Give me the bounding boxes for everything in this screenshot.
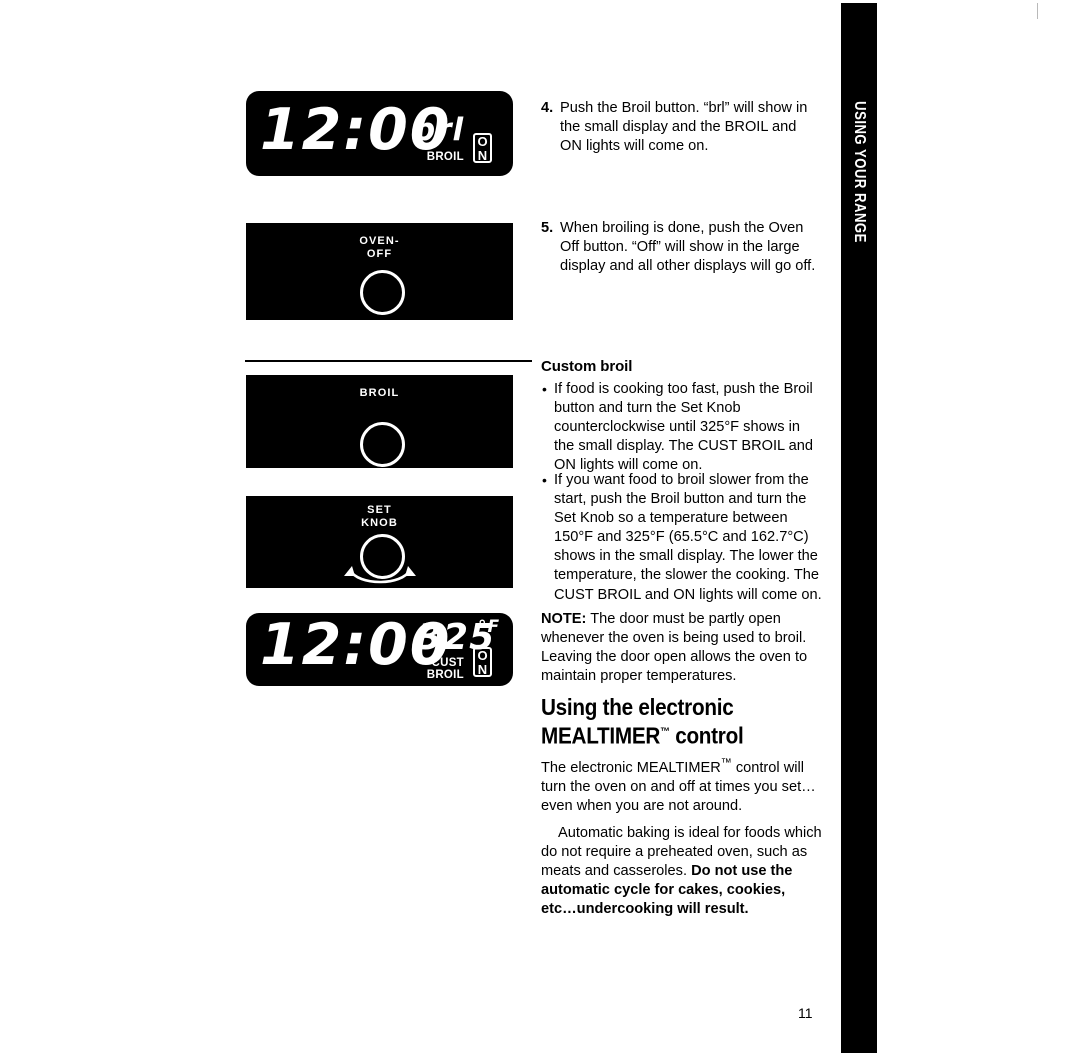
mealtimer-title-suffix: control — [669, 722, 744, 749]
step-5-text: When broiling is done, push the Oven Off… — [560, 220, 816, 275]
step-4-text: Push the Broil button. “brl” will show i… — [560, 100, 808, 155]
mealtimer-title-line2: MEALTIMER™ control — [541, 720, 802, 749]
thumb-tab-label: USING YOUR RANGE — [850, 86, 868, 259]
step-item-5: 5. When broiling is done, push the Oven … — [541, 219, 819, 277]
set-knob-caption-line2: KNOB — [361, 517, 398, 529]
bullet-dot-icon-2: • — [542, 472, 547, 488]
cust-broil-indicator-label: CUST BROIL — [396, 657, 464, 681]
custom-broil-heading: Custom broil — [541, 358, 633, 375]
set-knob-panel: SET KNOB — [246, 496, 513, 588]
cust-broil-label-line1: CUST — [431, 657, 464, 669]
page-canvas: USING YOUR RANGE 12:00 brl BROIL O N OVE… — [0, 0, 1080, 1057]
page-number: 11 — [798, 1005, 813, 1021]
broil-display-panel: 12:00 brl BROIL O N — [246, 91, 513, 176]
thumb-tab-label-text: USING YOUR RANGE — [851, 101, 868, 243]
step-4-number: 4. — [541, 100, 554, 116]
on-lamp-custom-letter-o: O — [477, 648, 488, 663]
custom-broil-bullet-2: • If you want food to broil slower from … — [541, 471, 822, 605]
mealtimer-title-trademark-icon: ™ — [660, 726, 670, 738]
custom-broil-bullet-2-text: If you want food to broil slower from th… — [554, 472, 822, 603]
broil-button-caption-line1: BROIL — [359, 387, 400, 399]
set-knob-caption-line1: SET — [367, 504, 392, 516]
mealtimer-title-line1: Using the electronic — [541, 694, 734, 720]
note-label: NOTE: — [541, 611, 587, 627]
custom-broil-bullet-1: • If food is cooking too fast, push the … — [541, 380, 822, 475]
mealtimer-para1-trademark-icon: ™ — [720, 757, 732, 769]
oven-off-caption-line2: OFF — [366, 248, 393, 260]
mealtimer-paragraph-1: The electronic MEALTIMER™ control will t… — [541, 754, 822, 816]
oven-off-caption-line1: OVEN- — [359, 235, 400, 247]
custom-broil-display-degree-unit: °F — [478, 617, 501, 637]
oven-off-caption: OVEN- OFF — [246, 235, 513, 261]
on-lamp-indicator: O N — [473, 133, 492, 163]
set-knob-caption: SET KNOB — [246, 504, 513, 530]
on-lamp-custom-letter-n: N — [477, 662, 488, 677]
custom-broil-note: NOTE: The door must be partly open whene… — [541, 610, 823, 686]
crop-mark — [1037, 3, 1038, 19]
broil-indicator-label: BROIL — [426, 151, 464, 163]
custom-broil-display-panel: 12:00 325 °F CUST BROIL O N — [246, 613, 513, 686]
mealtimer-paragraph-2: Automatic baking is ideal for foods whic… — [541, 824, 822, 919]
broil-button-caption: BROIL — [246, 387, 513, 400]
broil-push-button[interactable] — [360, 422, 405, 467]
custom-broil-bullet-1-text: If food is cooking too fast, push the Br… — [554, 381, 814, 474]
on-lamp-letter-n: N — [477, 148, 488, 163]
rotate-both-directions-arrow-icon — [344, 566, 416, 584]
bullet-dot-icon: • — [542, 381, 547, 397]
on-lamp-letter-o: O — [477, 134, 488, 149]
broil-button-panel: BROIL — [246, 375, 513, 468]
on-lamp-indicator-custom: O N — [473, 647, 492, 677]
mealtimer-title-brand: MEALTIMER — [541, 722, 661, 749]
step-5-number: 5. — [541, 220, 554, 236]
oven-off-push-button[interactable] — [360, 270, 405, 315]
cust-broil-label-line2: BROIL — [426, 669, 464, 681]
section-thumb-tab: USING YOUR RANGE — [841, 3, 877, 1053]
mealtimer-para1-a: The electronic MEALTIMER — [541, 759, 721, 776]
mealtimer-section-title: Using the electronic MEALTIMER™ control — [541, 695, 831, 749]
oven-off-button-panel: OVEN- OFF — [246, 223, 513, 320]
section-divider — [245, 360, 532, 362]
step-item-4: 4. Push the Broil button. “brl” will sho… — [541, 99, 819, 157]
broil-display-small-readout: brl — [413, 112, 465, 148]
